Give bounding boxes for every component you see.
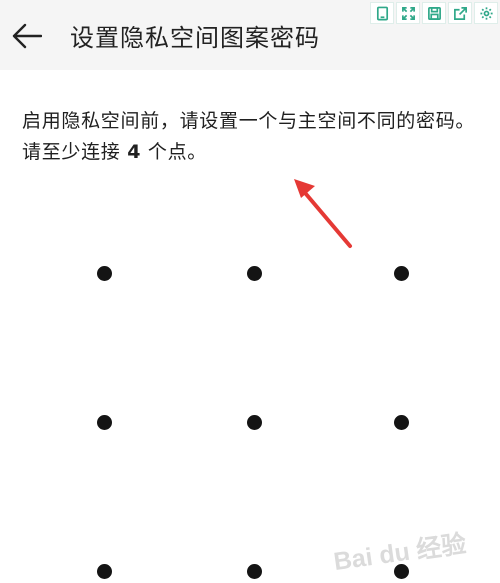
share-icon — [453, 6, 467, 20]
tablet-button[interactable] — [370, 2, 394, 24]
pattern-dot-4[interactable] — [96, 414, 112, 430]
save-button[interactable] — [422, 2, 446, 24]
annotation-arrow — [294, 179, 352, 248]
floating-toolbar — [370, 2, 498, 24]
gear-icon — [479, 6, 493, 20]
tablet-icon — [376, 6, 388, 20]
pattern-dot-1[interactable] — [96, 265, 112, 281]
minimum-dot-count: 4 — [127, 141, 142, 163]
instruction-text: 启用隐私空间前，请设置一个与主空间不同的密码。请至少连接 4 个点。 — [22, 106, 477, 168]
page-title: 设置隐私空间图案密码 — [70, 24, 320, 52]
expand-icon — [401, 6, 415, 20]
arrow-left-icon — [12, 23, 42, 49]
pattern-dot-5[interactable] — [246, 414, 262, 430]
pattern-dot-9[interactable] — [393, 563, 409, 579]
pattern-dot-2[interactable] — [246, 265, 262, 281]
phone-screen: 设置隐私空间图案密码 启用隐私空间前，请设置一个与主空间不同的密码。请至少连接 … — [0, 0, 500, 583]
save-icon — [427, 6, 441, 20]
pattern-dot-8[interactable] — [246, 563, 262, 579]
pattern-dot-7[interactable] — [96, 563, 112, 579]
pattern-dot-6[interactable] — [393, 414, 409, 430]
instruction-text-part1: 启用隐私空间前，请设置一个与主空间不同的密码。请至少连接 — [22, 110, 476, 163]
instruction-text-part2: 个点。 — [141, 141, 208, 163]
expand-button[interactable] — [396, 2, 420, 24]
settings-button[interactable] — [474, 2, 498, 24]
back-button[interactable] — [8, 18, 46, 54]
share-button[interactable] — [448, 2, 472, 24]
pattern-dot-3[interactable] — [393, 265, 409, 281]
